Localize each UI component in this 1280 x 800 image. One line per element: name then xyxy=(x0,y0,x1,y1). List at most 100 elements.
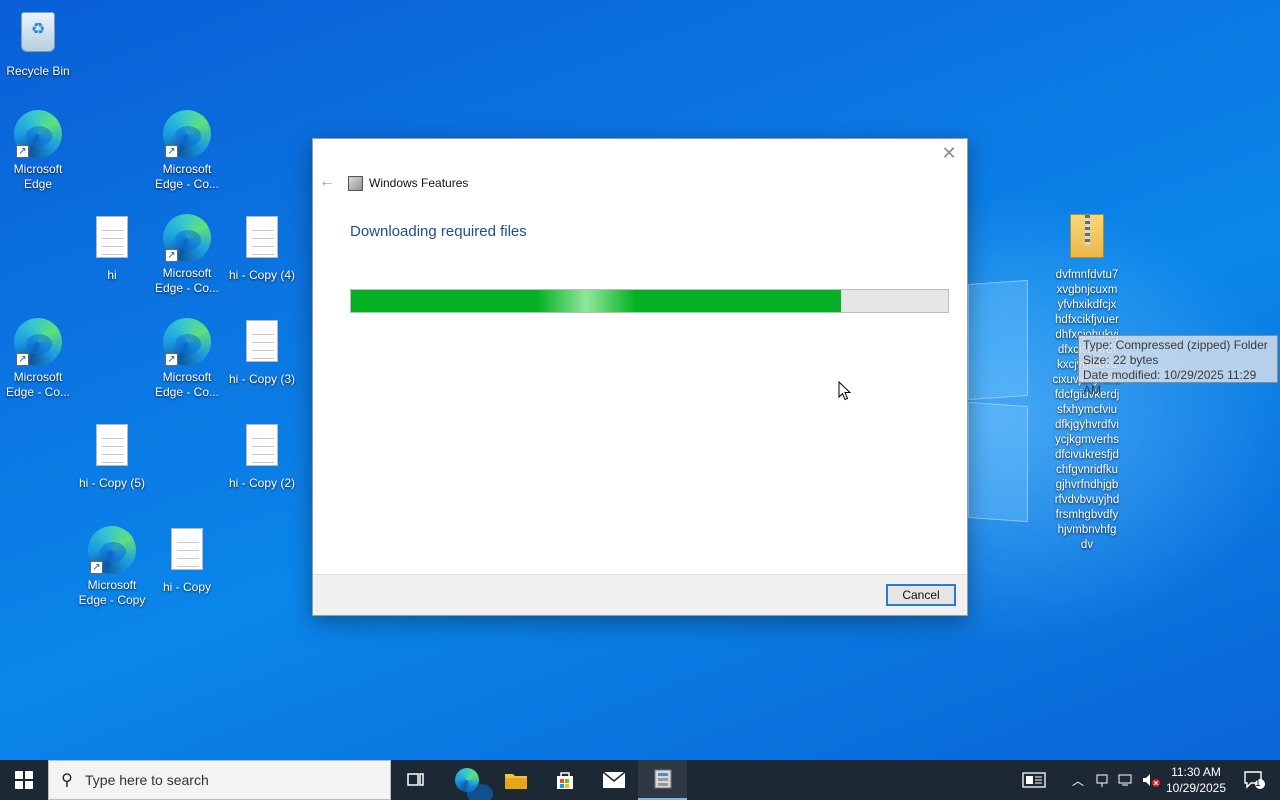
desktop-icon-label: hi - Copy xyxy=(162,580,212,594)
zip-label-line: yfvhxikdfcjx xyxy=(1057,299,1117,311)
desktop-icon-label: Microsoft Edge xyxy=(13,162,63,191)
wallpaper-logo-pane xyxy=(968,279,1028,401)
show-hidden-icons-button[interactable]: ︿ xyxy=(1068,760,1088,800)
zip-label-line: chfgvnridfku xyxy=(1055,464,1118,476)
volume-muted-icon xyxy=(1143,774,1160,787)
store-icon xyxy=(556,772,573,789)
desktop-icon-text-file[interactable]: hi - Copy (4) xyxy=(224,214,300,283)
text-file-icon xyxy=(246,216,278,258)
text-file-icon xyxy=(246,320,278,362)
zip-label-line: dvfmnfdvtu7 xyxy=(1055,269,1119,281)
clock-time: 11:30 AM xyxy=(1171,765,1221,779)
desktop-icon-text-file[interactable]: hi xyxy=(74,214,150,283)
clock-date: 10/29/2025 xyxy=(1165,781,1227,795)
windows-features-dialog: ✕ ← Windows Features Downloading require… xyxy=(312,138,968,616)
progress-fill xyxy=(351,290,841,312)
close-icon[interactable]: ✕ xyxy=(939,143,959,163)
windows-logo-icon xyxy=(15,771,33,789)
shortcut-arrow-icon: ↗ xyxy=(90,561,103,574)
chevron-up-icon: ︿ xyxy=(1071,773,1084,788)
mouse-cursor-icon xyxy=(838,381,852,401)
search-icon: ⚲ xyxy=(61,772,73,789)
action-center-button[interactable]: 1 xyxy=(1234,760,1274,800)
desktop-icon-label: hi - Copy (5) xyxy=(78,476,146,490)
news-icon xyxy=(1022,772,1046,788)
shortcut-arrow-icon: ↗ xyxy=(165,249,178,262)
mail-icon xyxy=(602,771,625,788)
desktop-icon-label: Microsoft Edge - Co... xyxy=(5,370,71,399)
zip-label-line: dv xyxy=(1080,539,1094,551)
shortcut-arrow-icon: ↗ xyxy=(16,353,29,366)
edge-icon xyxy=(454,768,493,800)
zip-label-line: hjvmbnvhfg xyxy=(1057,524,1117,536)
shortcut-arrow-icon: ↗ xyxy=(165,145,178,158)
zip-label-line: gjhvrfndhjgb xyxy=(1055,479,1119,491)
desktop-icon-label: hi xyxy=(107,268,117,282)
tooltip-date-modified: Date modified: 10/29/2025 11:29 AM xyxy=(1083,368,1257,397)
desktop-icon-text-file[interactable]: hi - Copy (3) xyxy=(224,318,300,387)
dialog-heading: Downloading required files xyxy=(350,223,527,240)
folder-icon xyxy=(504,774,527,789)
taskbar-edge[interactable] xyxy=(442,760,493,800)
desktop-icon-label: Microsoft Edge - Co... xyxy=(154,162,220,191)
taskbar-file-explorer[interactable] xyxy=(491,760,540,800)
zip-label-line: rfvdvbvuyjhd xyxy=(1054,494,1120,506)
start-button[interactable] xyxy=(0,760,48,800)
taskbar-search-box[interactable]: ⚲ Type here to search xyxy=(48,760,391,800)
shortcut-arrow-icon: ↗ xyxy=(165,353,178,366)
windows-features-icon xyxy=(654,769,671,789)
network-button[interactable] xyxy=(1116,760,1136,800)
zip-label-line: xvgbnjcuxm xyxy=(1056,284,1118,296)
desktop-icon-text-file[interactable]: hi - Copy (5) xyxy=(74,422,150,491)
shortcut-arrow-icon: ↗ xyxy=(16,145,29,158)
back-arrow-icon[interactable]: ← xyxy=(319,173,335,191)
tooltip-type: Type: Compressed (zipped) Folder xyxy=(1083,338,1268,352)
taskbar-windows-features[interactable] xyxy=(638,760,687,800)
desktop-icon-edge[interactable]: ↗ Microsoft Edge - Co... xyxy=(149,110,225,192)
notification-count-badge: 1 xyxy=(1255,778,1261,789)
desktop-icon-edge[interactable]: ↗ Microsoft Edge - Co... xyxy=(149,318,225,400)
network-icon xyxy=(1118,774,1132,786)
desktop-icon-label: Microsoft Edge - Copy xyxy=(78,578,146,607)
zip-label-line: ycjkgmverhs xyxy=(1055,434,1119,446)
desktop-icon-label: Recycle Bin xyxy=(6,64,70,78)
taskbar-microsoft-store[interactable] xyxy=(540,760,589,800)
desktop-icon-label: Microsoft Edge - Co... xyxy=(154,266,220,295)
zip-label-line: sfxhymcfviu xyxy=(1056,404,1118,416)
text-file-icon xyxy=(96,424,128,466)
dialog-footer: Cancel xyxy=(313,574,967,615)
tooltip-size: Size: 22 bytes xyxy=(1083,353,1159,367)
search-placeholder: Type here to search xyxy=(85,772,209,788)
cancel-button[interactable]: Cancel xyxy=(886,584,956,606)
desktop-icon-text-file[interactable]: hi - Copy (2) xyxy=(224,422,300,491)
desktop-icon-recycle-bin[interactable]: Recycle Bin xyxy=(0,8,76,79)
zip-label-line: frsmhgbvdfy xyxy=(1055,509,1119,521)
text-file-icon xyxy=(96,216,128,258)
desktop-icon-edge[interactable]: ↗ Microsoft Edge - Copy xyxy=(74,526,150,608)
desktop-icon-label: hi - Copy (3) xyxy=(228,372,296,386)
zip-label-line: hdfxcikfjvuer xyxy=(1055,314,1119,326)
notification-icon xyxy=(1244,771,1265,789)
download-progress-bar xyxy=(350,289,949,313)
meet-now-button[interactable] xyxy=(1092,760,1112,800)
task-view-button[interactable] xyxy=(391,760,440,800)
file-tooltip: Type: Compressed (zipped) Folder Size: 2… xyxy=(1078,335,1278,397)
desktop-icon-edge[interactable]: ↗ Microsoft Edge xyxy=(0,110,76,192)
zip-label-line: dfcivukresfjd xyxy=(1055,449,1119,461)
taskbar: ⚲ Type here to search ︿ 11:30 AM 10/29/2… xyxy=(0,760,1280,800)
zip-folder-label: dvfmnfdvtu7 xvgbnjcuxm yfvhxikdfcjx hdfx… xyxy=(1049,268,1125,553)
clock[interactable]: 11:30 AM 10/29/2025 xyxy=(1162,760,1230,800)
volume-button[interactable] xyxy=(1140,760,1162,800)
news-widget-button[interactable] xyxy=(1014,760,1054,800)
taskbar-mail[interactable] xyxy=(589,760,638,800)
camera-icon xyxy=(1096,774,1108,787)
wallpaper-logo-pane xyxy=(968,401,1028,523)
task-view-icon xyxy=(406,773,424,786)
recycle-bin-icon xyxy=(21,12,55,52)
text-file-icon xyxy=(246,424,278,466)
windows-features-app-icon xyxy=(348,176,363,191)
desktop-icon-edge[interactable]: ↗ Microsoft Edge - Co... xyxy=(0,318,76,400)
desktop-icon-label: Microsoft Edge - Co... xyxy=(154,370,220,399)
desktop-icon-edge[interactable]: ↗ Microsoft Edge - Co... xyxy=(149,214,225,296)
desktop-icon-text-file[interactable]: hi - Copy xyxy=(149,526,225,595)
